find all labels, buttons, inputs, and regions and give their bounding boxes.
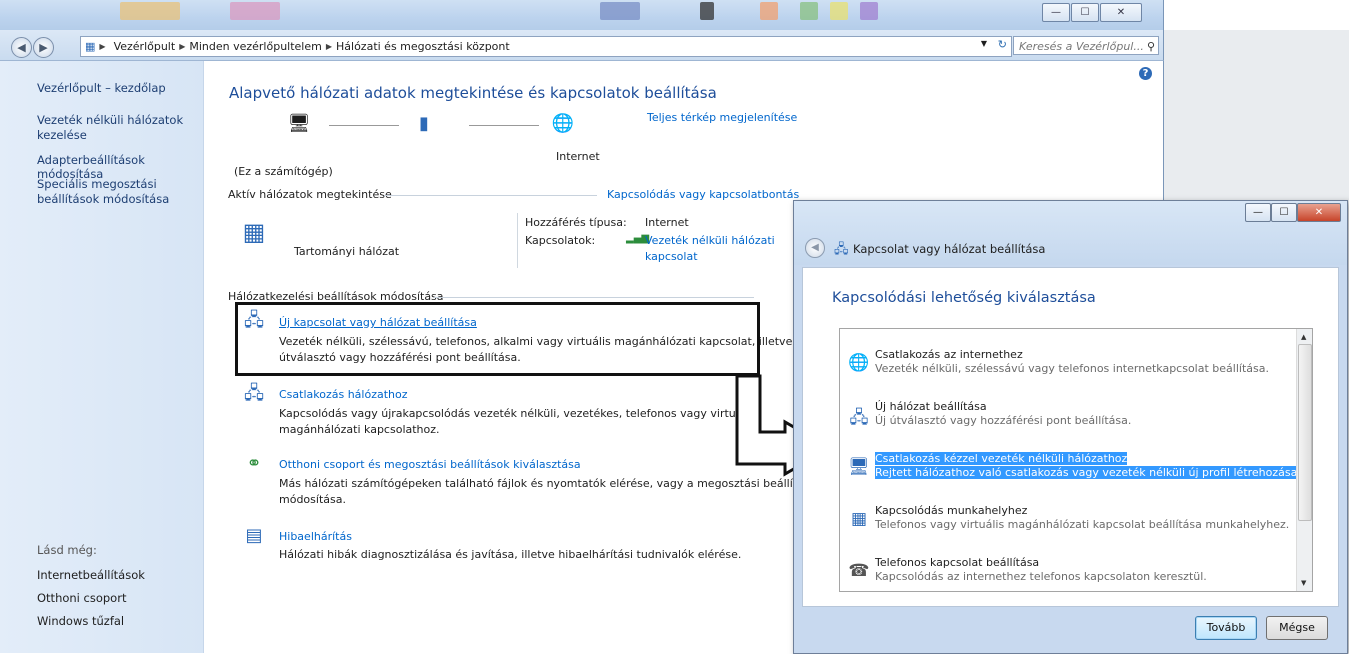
list-item-new-network[interactable]: 🖧 Új hálózat beállítása Új útválasztó va… (840, 398, 1290, 432)
option-title: Telefonos kapcsolat beállítása (875, 556, 1040, 569)
dialog-close-button[interactable]: ✕ (1297, 203, 1341, 222)
connection-options-list[interactable]: 🌐 Csatlakozás az internethez Vezeték nél… (839, 328, 1313, 592)
scroll-down-icon[interactable]: ▼ (1301, 579, 1306, 587)
network-setup-icon: 🖧 (834, 242, 849, 257)
cancel-button[interactable]: Mégse (1266, 616, 1328, 640)
setup-connection-dialog: — ☐ ✕ ◀ 🖧 Kapcsolat vagy hálózat beállít… (793, 200, 1348, 654)
scroll-thumb[interactable] (1298, 344, 1312, 521)
dialog-title: Kapcsolat vagy hálózat beállítása (853, 242, 1046, 256)
option-desc: Telefonos vagy virtuális magánhálózati k… (875, 518, 1290, 531)
option-title: Kapcsolódás munkahelyhez (875, 504, 1028, 517)
wireless-computer-icon: 🖥 (848, 457, 870, 477)
option-title: Csatlakozás kézzel vezeték nélküli hálóz… (875, 452, 1128, 465)
list-item-workplace[interactable]: ▦ Kapcsolódás munkahelyhez Telefonos vag… (840, 502, 1290, 536)
option-title: Új hálózat beállítása (875, 400, 987, 413)
option-desc: Rejtett hálózathoz való csatlakozás vagy… (875, 466, 1301, 479)
option-title: Csatlakozás az internethez (875, 348, 1023, 361)
option-desc: Új útválasztó vagy hozzáférési pont beál… (875, 414, 1132, 427)
list-item-manual-wireless[interactable]: 🖥 Csatlakozás kézzel vezeték nélküli hál… (840, 450, 1301, 484)
dialog-body: Kapcsolódási lehetőség kiválasztása 🌐 Cs… (802, 267, 1339, 607)
list-scrollbar[interactable]: ▲ ▼ (1296, 329, 1312, 591)
next-button[interactable]: Tovább (1195, 616, 1257, 640)
workplace-icon: ▦ (850, 509, 868, 529)
option-desc: Kapcsolódás az internethez telefonos kap… (875, 570, 1207, 583)
dialog-back-button[interactable]: ◀ (805, 238, 825, 258)
list-item-dialup[interactable]: ☎ Telefonos kapcsolat beállítása Kapcsol… (840, 554, 1290, 588)
dialog-minimize-button[interactable]: — (1245, 203, 1271, 222)
telephone-icon: ☎ (848, 561, 870, 581)
option-desc: Vezeték nélküli, szélessávú vagy telefon… (875, 362, 1269, 375)
dialog-heading: Kapcsolódási lehetőség kiválasztása (832, 290, 1096, 306)
dialog-window-controls: — ☐ ✕ (1245, 203, 1341, 222)
new-network-icon: 🖧 (849, 408, 869, 428)
internet-connect-icon: 🌐 (848, 353, 870, 373)
dialog-maximize-button[interactable]: ☐ (1271, 203, 1297, 222)
scroll-up-icon[interactable]: ▲ (1301, 333, 1306, 341)
list-item-connect-internet[interactable]: 🌐 Csatlakozás az internethez Vezeték nél… (840, 346, 1290, 380)
